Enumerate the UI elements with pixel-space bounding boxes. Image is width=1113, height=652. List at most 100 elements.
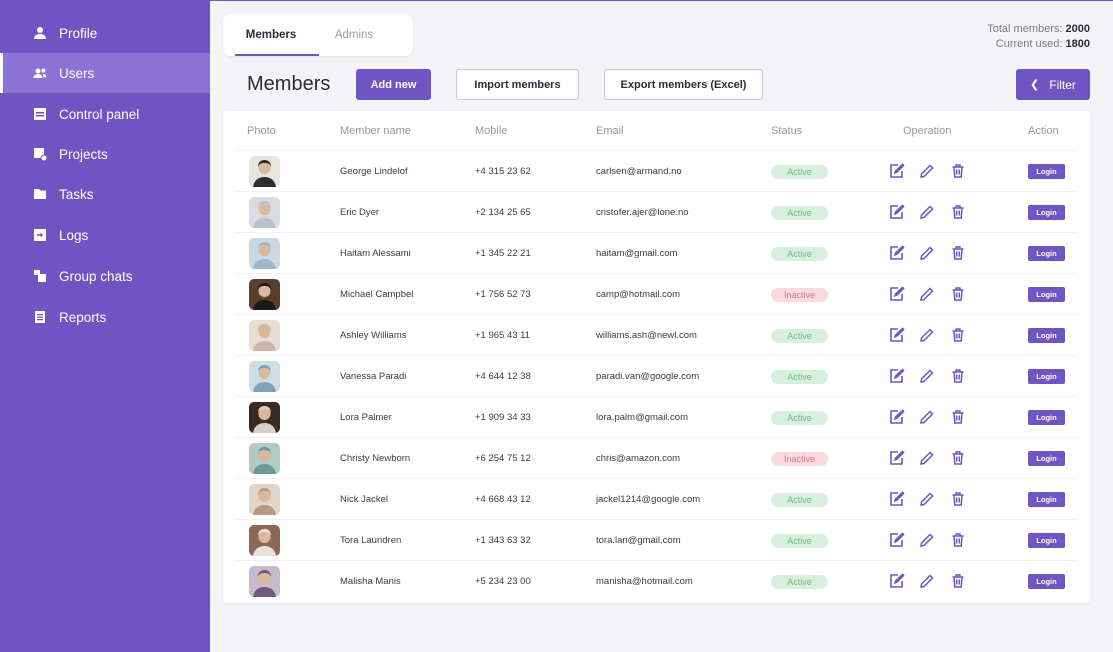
total-members-value: 2000	[1065, 23, 1090, 35]
sidebar-item-group-chats[interactable]: Group chats	[0, 256, 210, 296]
member-mobile: +6 254 75 12	[475, 453, 531, 464]
edit-note-icon[interactable]	[889, 573, 905, 589]
login-button[interactable]: Login	[1028, 492, 1065, 507]
edit-note-icon[interactable]	[889, 450, 905, 466]
sidebar-item-projects[interactable]: Projects	[0, 134, 210, 174]
status-cell: Active	[771, 561, 828, 602]
export-members-button[interactable]: Export members (Excel)	[604, 69, 763, 100]
avatar	[249, 279, 280, 310]
avatar	[249, 197, 280, 228]
pencil-icon[interactable]	[919, 327, 935, 343]
edit-note-icon[interactable]	[889, 245, 905, 261]
avatar	[249, 525, 280, 556]
trash-icon[interactable]	[950, 204, 966, 220]
trash-icon[interactable]	[950, 368, 966, 384]
member-email: manisha@hotmail.com	[596, 576, 693, 587]
login-button[interactable]: Login	[1028, 533, 1065, 548]
login-button[interactable]: Login	[1028, 205, 1065, 220]
edit-note-icon[interactable]	[889, 409, 905, 425]
login-button[interactable]: Login	[1028, 287, 1065, 302]
login-button[interactable]: Login	[1028, 574, 1065, 589]
trash-icon[interactable]	[950, 532, 966, 548]
trash-icon[interactable]	[950, 491, 966, 507]
add-new-button[interactable]: Add new	[356, 69, 431, 100]
import-members-button[interactable]: Import members	[456, 69, 579, 100]
sidebar-item-profile[interactable]: Profile	[0, 13, 210, 53]
table-row: Vanessa Paradi +4 644 12 38 paradi.van@goo…	[235, 355, 1078, 396]
edit-note-icon[interactable]	[889, 491, 905, 507]
member-email: paradi.van@google.com	[596, 371, 700, 382]
login-button[interactable]: Login	[1028, 410, 1065, 425]
status-badge: Active	[771, 328, 828, 343]
sidebar-item-tasks[interactable]: Tasks	[0, 174, 210, 214]
tab-admins[interactable]: Admins	[319, 14, 389, 56]
pencil-icon[interactable]	[919, 450, 935, 466]
sidebar-item-label: Reports	[59, 309, 107, 325]
pencil-icon[interactable]	[919, 368, 935, 384]
column-header-mobile: Mobile	[475, 125, 508, 137]
edit-note-icon[interactable]	[889, 532, 905, 548]
sidebar-item-reports[interactable]: Reports	[0, 297, 210, 337]
status-badge: Inactive	[771, 287, 828, 302]
table-row: Michael Campbel +1 756 52 73 camp@hotmail.…	[235, 273, 1078, 314]
tab-active-indicator	[235, 54, 319, 56]
edit-note-icon[interactable]	[889, 286, 905, 302]
edit-note-icon[interactable]	[889, 368, 905, 384]
tab-members[interactable]: Members	[223, 14, 319, 56]
avatar	[249, 320, 280, 351]
table-row: Haitam Alessami +1 345 22 21 haitam@gmail.…	[235, 232, 1078, 273]
avatar	[249, 443, 280, 474]
sidebar-item-label: Tasks	[59, 186, 94, 202]
trash-icon[interactable]	[950, 245, 966, 261]
pencil-icon[interactable]	[919, 491, 935, 507]
status-cell: Active	[771, 356, 828, 397]
trash-icon[interactable]	[950, 327, 966, 343]
status-cell: Active	[771, 315, 828, 356]
trash-icon[interactable]	[950, 409, 966, 425]
status-cell: Active	[771, 479, 828, 520]
trash-icon[interactable]	[950, 450, 966, 466]
edit-note-icon[interactable]	[889, 204, 905, 220]
pencil-icon[interactable]	[919, 245, 935, 261]
filter-button[interactable]: ❮ Filter	[1016, 69, 1090, 100]
filter-button-label: Filter	[1049, 77, 1076, 92]
status-badge: Active	[771, 410, 828, 425]
pencil-icon[interactable]	[919, 163, 935, 179]
member-totals: Total members: 2000 Current used: 1800	[987, 22, 1090, 52]
member-name: Nick Jackel	[340, 494, 389, 505]
sidebar-item-users[interactable]: Users	[0, 53, 210, 93]
sidebar-item-control-panel[interactable]: Control panel	[0, 94, 210, 134]
status-cell: Active	[771, 151, 828, 192]
member-email: haitam@gmail.com	[596, 248, 678, 259]
pencil-icon[interactable]	[919, 532, 935, 548]
pencil-icon[interactable]	[919, 409, 935, 425]
status-badge: Active	[771, 205, 828, 220]
status-cell: Active	[771, 397, 828, 438]
status-cell: Inactive	[771, 274, 828, 315]
login-button[interactable]: Login	[1028, 369, 1065, 384]
edit-note-icon[interactable]	[889, 327, 905, 343]
pencil-icon[interactable]	[919, 573, 935, 589]
pencil-icon[interactable]	[919, 204, 935, 220]
member-name: Michael Campbel	[340, 289, 414, 300]
pencil-icon[interactable]	[919, 286, 935, 302]
trash-icon[interactable]	[950, 286, 966, 302]
sidebar-item-logs[interactable]: Logs	[0, 215, 210, 255]
member-mobile: +1 345 22 21	[475, 248, 531, 259]
login-button[interactable]: Login	[1028, 164, 1065, 179]
avatar	[249, 361, 280, 392]
avatar	[249, 566, 280, 597]
login-button[interactable]: Login	[1028, 451, 1065, 466]
column-header-email: Email	[596, 125, 624, 137]
tab-bar: Members Admins	[223, 14, 413, 56]
trash-icon[interactable]	[950, 163, 966, 179]
login-button[interactable]: Login	[1028, 328, 1065, 343]
login-button[interactable]: Login	[1028, 246, 1065, 261]
trash-icon[interactable]	[950, 573, 966, 589]
current-used-value: 1800	[1065, 38, 1090, 50]
edit-note-icon[interactable]	[889, 163, 905, 179]
member-mobile: +1 756 52 73	[475, 289, 531, 300]
member-name: Ashley Williams	[340, 330, 407, 341]
member-email: carlsen@armand.no	[596, 166, 682, 177]
status-cell: Active	[771, 192, 828, 233]
